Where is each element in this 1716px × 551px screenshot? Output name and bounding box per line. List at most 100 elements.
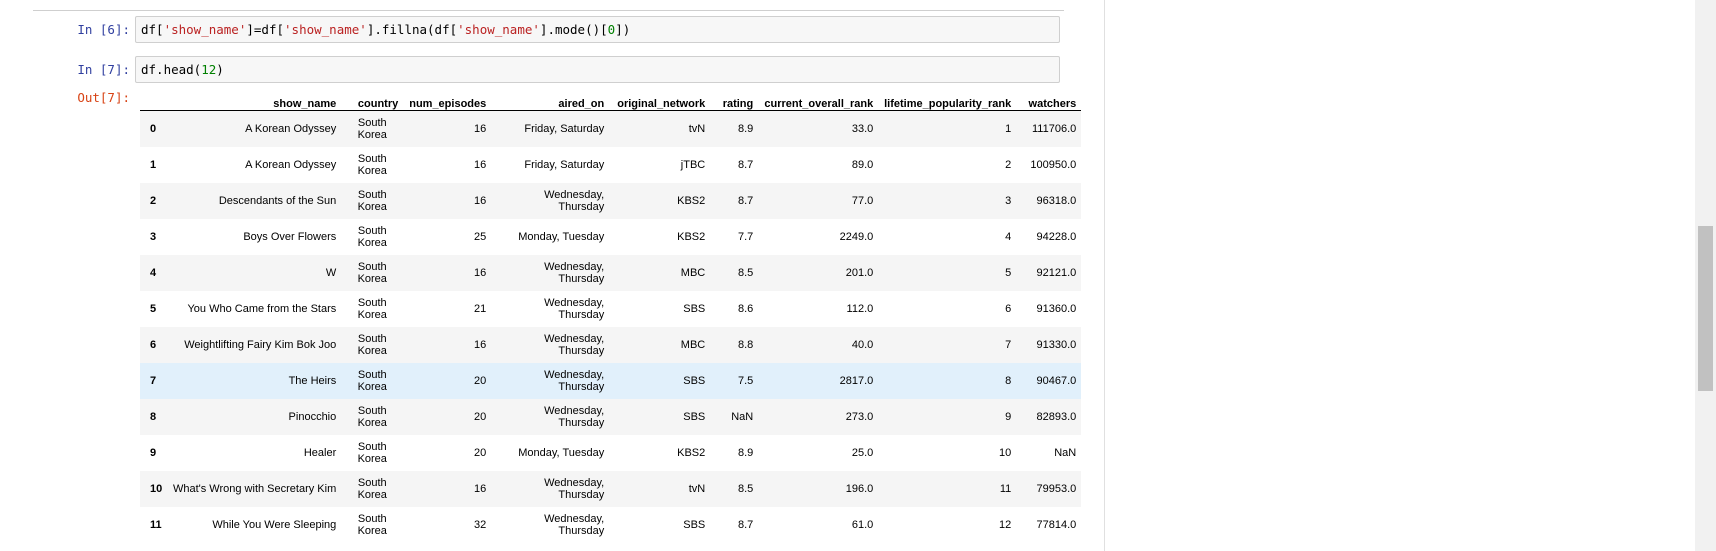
table-cell: Wednesday, Thursday <box>491 471 610 507</box>
table-cell: 8.7 <box>737 519 754 531</box>
notebook-area: In [6]: df['show_name']=df['show_name'].… <box>0 0 1105 551</box>
table-cell: South Korea <box>357 225 387 249</box>
table-row: 10 What's Wrong with Secretary Kim South K… <box>140 471 1082 507</box>
column-header: original_network <box>609 93 711 111</box>
table-cell: What's Wrong with Secretary Kim <box>167 471 342 507</box>
table-cell: 94228.0 <box>1036 231 1077 243</box>
table-cell: Monday, Tuesday <box>518 447 605 459</box>
row-index: 11 <box>150 519 162 531</box>
code-token: ]) <box>615 22 631 37</box>
row-index: 9 <box>150 447 157 459</box>
table-cell: 10 <box>999 447 1012 459</box>
empty-pane <box>1105 0 1695 551</box>
table-cell: 8.7 <box>737 159 754 171</box>
code-cell-7[interactable]: df.head(12) <box>135 56 1060 83</box>
table-cell: 2249.0 <box>839 231 874 243</box>
table-cell: 11 <box>878 471 1017 507</box>
row-index: 2 <box>140 183 168 219</box>
table-cell: Weightlifting Fairy Kim Bok Joo <box>167 327 342 363</box>
table-cell: 8.5 <box>710 255 759 291</box>
row-index: 6 <box>140 327 168 363</box>
table-cell: South Korea <box>357 441 387 465</box>
table-cell: 77814.0 <box>1036 519 1077 531</box>
column-header <box>140 93 168 111</box>
column-header: current_overall_rank <box>758 93 879 111</box>
table-cell: 2817.0 <box>758 363 879 399</box>
table-cell: 92121.0 <box>1016 255 1082 291</box>
table-cell: 96318.0 <box>1016 183 1082 219</box>
code-token: ]=df[ <box>246 22 285 37</box>
scrollbar-thumb[interactable] <box>1698 226 1713 391</box>
table-cell: The Heirs <box>167 363 342 399</box>
table-cell: Friday, Saturday <box>491 110 610 147</box>
cell-divider <box>33 10 1064 11</box>
table-cell: 9 <box>878 399 1017 435</box>
table-cell: 25.0 <box>851 447 874 459</box>
table-cell: Wednesday, Thursday <box>544 513 605 537</box>
table-row: 2 Descendants of the Sun South Korea 16 Wedn… <box>140 183 1082 219</box>
table-cell: 21 <box>474 303 487 315</box>
table-cell: 100950.0 <box>1030 159 1077 171</box>
table-cell: 7.5 <box>710 363 759 399</box>
table-cell: Wednesday, Thursday <box>491 327 610 363</box>
table-cell: South Korea <box>341 363 404 399</box>
table-cell: SBS <box>609 399 711 435</box>
dataframe-table: show_name country num_episodes aired_on orig… <box>140 93 1082 543</box>
table-cell: 8.7 <box>710 183 759 219</box>
table-cell: 82893.0 <box>1016 399 1082 435</box>
table-row: 3 Boys Over Flowers South Korea 25 Monday, T… <box>140 219 1081 255</box>
table-cell: 201.0 <box>758 255 879 291</box>
table-row: 1 A Korean Odyssey South Korea 16 Friday, Sa… <box>140 147 1081 183</box>
table-cell: 16 <box>403 110 492 147</box>
table-row: 4 W South Korea 16 Wednesday, Thursday MBC 8.5… <box>140 255 1082 291</box>
table-cell: 91330.0 <box>1016 327 1082 363</box>
table-cell: MBC <box>609 255 711 291</box>
table-cell: 61.0 <box>851 519 874 531</box>
table-row: 11 While You Were Sleeping South Korea 32 We… <box>140 507 1081 543</box>
table-cell: 273.0 <box>758 399 879 435</box>
table-cell: 7.7 <box>737 231 754 243</box>
table-cell: KBS2 <box>609 183 711 219</box>
table-row: 5 You Who Came from the Stars South Korea 2… <box>140 291 1081 327</box>
table-cell: South Korea <box>341 327 404 363</box>
input-prompt-7: In [7]: <box>77 62 130 77</box>
row-index: 8 <box>140 399 168 435</box>
table-cell: Friday, Saturday <box>524 159 605 171</box>
table-header-row: show_name country num_episodes aired_on orig… <box>140 93 1082 111</box>
table-cell: 5 <box>878 255 1017 291</box>
table-cell: 12 <box>999 519 1012 531</box>
row-index: 4 <box>140 255 168 291</box>
table-cell: 16 <box>403 255 492 291</box>
table-cell: KBS2 <box>677 231 706 243</box>
table-cell: 111706.0 <box>1016 110 1082 147</box>
row-index: 10 <box>140 471 168 507</box>
table-cell: 4 <box>1005 231 1012 243</box>
table-cell: Wednesday, Thursday <box>491 255 610 291</box>
code-token: df[ <box>141 22 164 37</box>
column-header: watchers <box>1016 93 1082 111</box>
table-cell: 8.6 <box>737 303 754 315</box>
row-index: 7 <box>140 363 168 399</box>
table-cell: Wednesday, Thursday <box>491 399 610 435</box>
column-header: rating <box>710 93 759 111</box>
code-cell-6[interactable]: df['show_name']=df['show_name'].fillna(d… <box>135 16 1060 43</box>
table-cell: 8.9 <box>710 110 759 147</box>
table-row: 9 Healer South Korea 20 Monday, Tuesday KBS2 8… <box>140 435 1081 471</box>
table-cell: NaN <box>1054 447 1077 459</box>
table-cell: 77.0 <box>758 183 879 219</box>
row-index: 1 <box>150 159 157 171</box>
code-token: 'show_name' <box>457 22 540 37</box>
table-cell: 16 <box>403 327 492 363</box>
column-header: num_episodes <box>403 93 492 111</box>
table-cell: 8.9 <box>737 447 754 459</box>
table-cell: South Korea <box>357 297 387 321</box>
table-cell: 20 <box>474 447 487 459</box>
table-cell: Wednesday, Thursday <box>491 183 610 219</box>
table-row: 8 Pinocchio South Korea 20 Wednesday, Thursd… <box>140 399 1082 435</box>
table-cell: Wednesday, Thursday <box>544 297 605 321</box>
table-cell: MBC <box>609 327 711 363</box>
table-cell: 112.0 <box>846 303 874 315</box>
row-index: 3 <box>150 231 157 243</box>
table-cell: 16 <box>403 183 492 219</box>
table-cell: tvN <box>609 110 711 147</box>
